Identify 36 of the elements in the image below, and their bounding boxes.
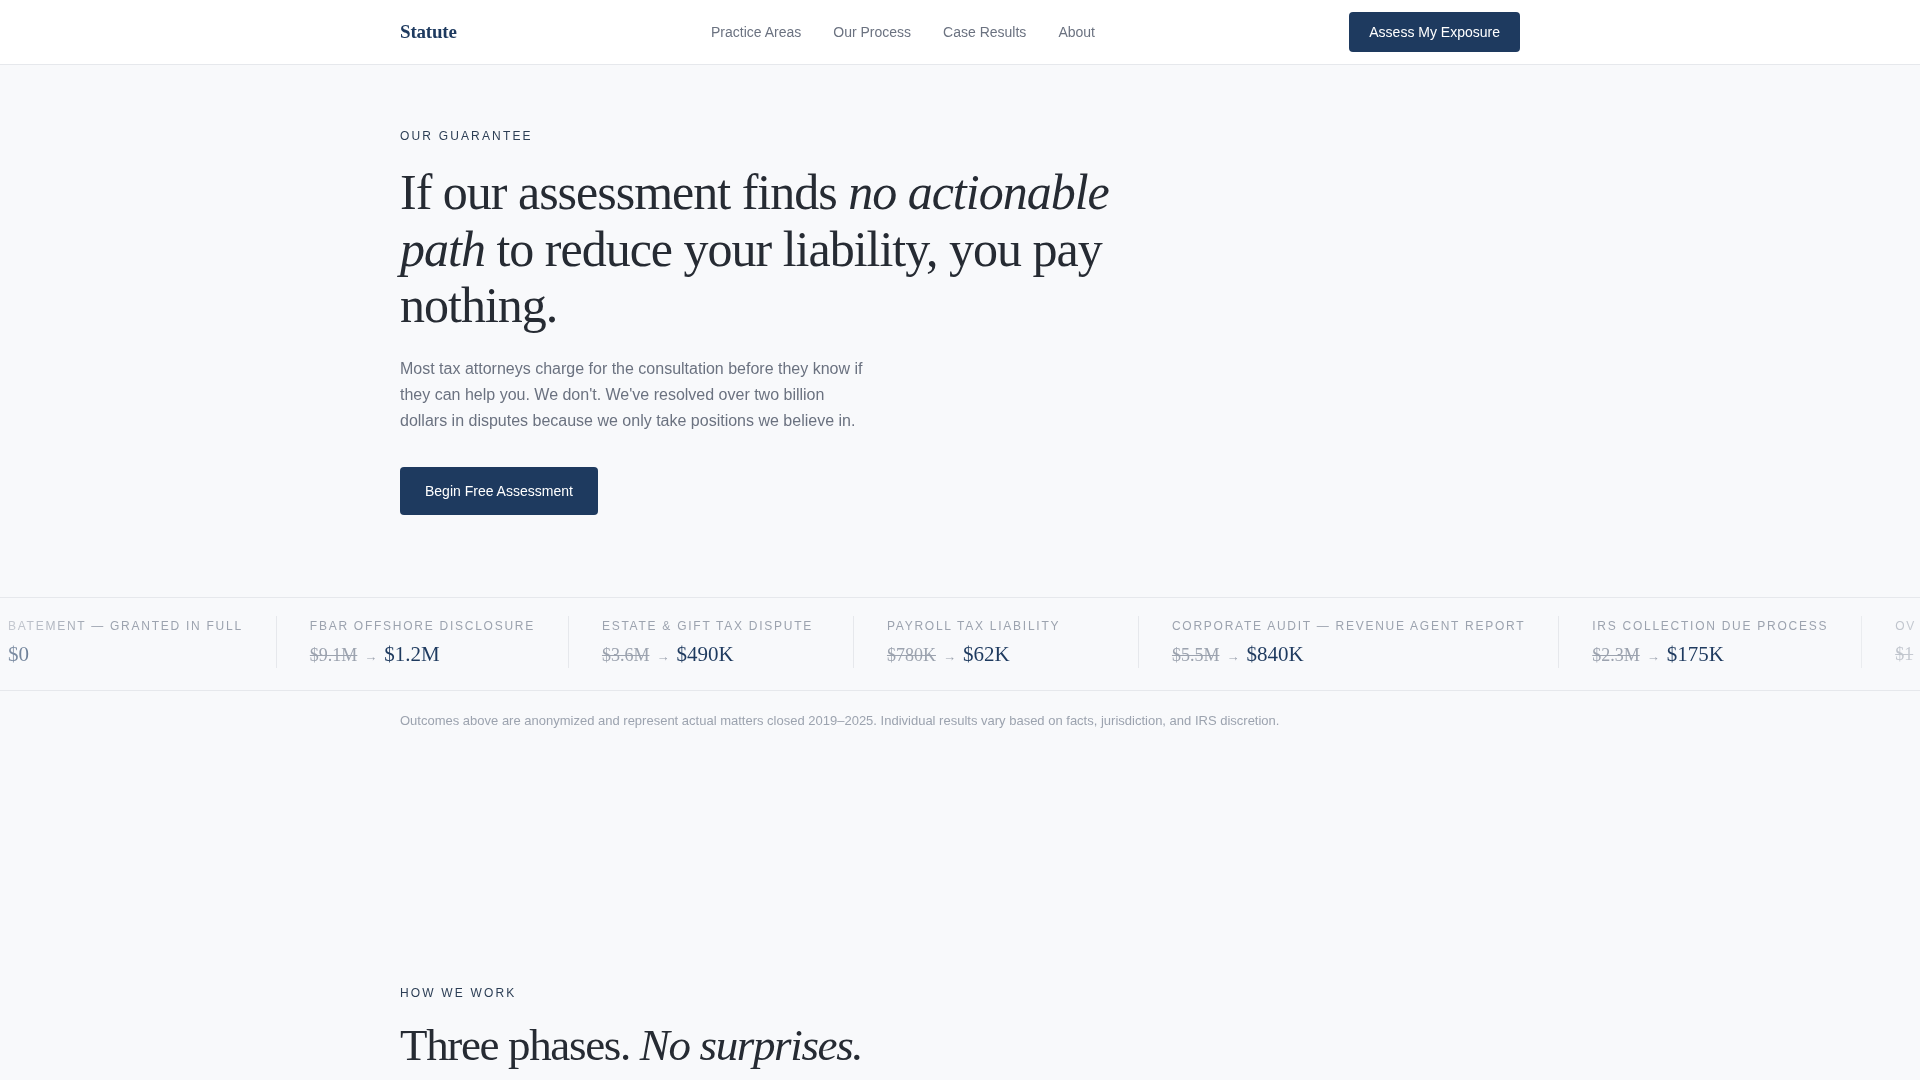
- original-amount: $1: [1895, 642, 1914, 666]
- results-disclaimer: Outcomes above are anonymized and represent actual matters closed 2019–2025. Individual results vary based on facts, jurisdiction, and IRS discretion.: [400, 711, 1281, 730]
- section-heading: Three phases. No surprises.: [400, 1019, 864, 1071]
- resolved-amount: $490K: [676, 640, 734, 668]
- resolved-amount: $1.2M: [384, 640, 440, 668]
- nav-link[interactable]: Practice Areas: [711, 24, 802, 40]
- case-type-label: IRS COLLECTION DUE PROCESS: [1592, 617, 1829, 634]
- case-type-label: OV: [1895, 617, 1917, 634]
- original-amount: $780K: [886, 643, 936, 667]
- resolved-amount: $0: [8, 640, 29, 668]
- begin-assessment-button[interactable]: Begin Free Assessment: [400, 466, 598, 515]
- original-amount: $9.1M: [309, 643, 358, 667]
- case-type-label: PAYROLL TAX LIABILITY: [886, 617, 1061, 634]
- case-type-label: BATEMENT — GRANTED IN FULL: [8, 617, 243, 634]
- nav-link[interactable]: Our Process: [833, 24, 912, 40]
- nav-link[interactable]: Case Results: [943, 24, 1027, 40]
- arrow-symbol: →: [942, 648, 956, 664]
- hero-description: Most tax attorneys charge for the consultation before they know if they can help you. We don't. We've resolved over two billion dollars in disputes because we only take positions we believe in.: [400, 358, 864, 431]
- arrow-symbol: →: [1226, 648, 1240, 664]
- original-amount: $3.6M: [601, 643, 650, 667]
- brand-logo[interactable]: Statute: [400, 21, 457, 43]
- arrow-symbol: →: [656, 648, 670, 664]
- case-type-label: FBAR OFFSHORE DISCLOSURE: [309, 617, 535, 634]
- resolved-amount: $62K: [962, 640, 1010, 668]
- assess-exposure-button[interactable]: Assess My Exposure: [1349, 12, 1520, 52]
- section-eyebrow: OUR GUARANTEE: [400, 128, 534, 144]
- case-type-label: ESTATE & GIFT TAX DISPUTE: [601, 617, 814, 634]
- arrow-symbol: →: [1646, 648, 1660, 664]
- resolved-amount: $175K: [1666, 640, 1724, 668]
- case-type-label: CORPORATE AUDIT — REVENUE AGENT REPORT: [1171, 617, 1526, 634]
- section-eyebrow: HOW WE WORK: [400, 984, 518, 1001]
- original-amount: $2.3M: [1592, 643, 1640, 667]
- nav-link[interactable]: About: [1058, 24, 1095, 40]
- arrow-symbol: →: [364, 648, 378, 664]
- resolved-amount: $840K: [1246, 640, 1304, 668]
- original-amount: $5.5M: [1171, 643, 1220, 667]
